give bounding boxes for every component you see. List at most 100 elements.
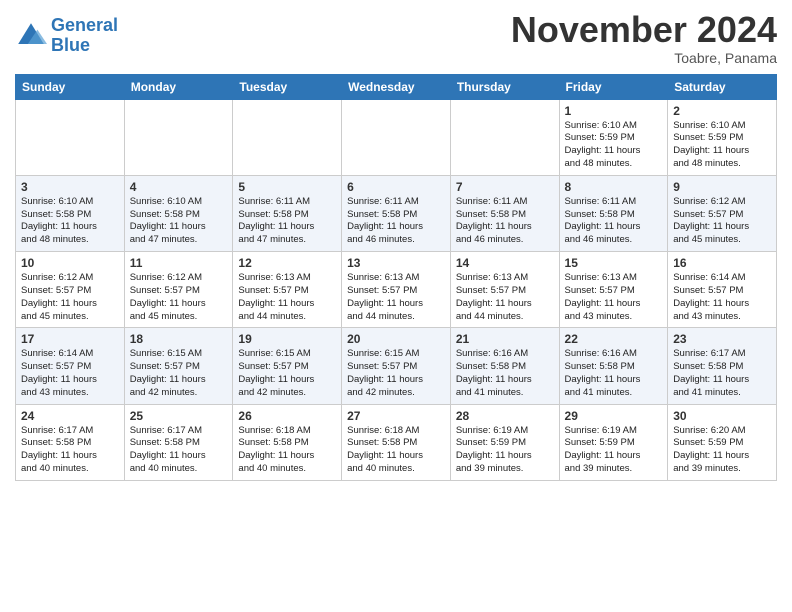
week-row-4: 17 Sunrise: 6:14 AM Sunset: 5:57 PM Dayli… [16, 328, 777, 404]
day-info: Sunrise: 6:19 AM Sunset: 5:59 PM Dayligh… [456, 425, 554, 476]
day-number: 2 [673, 104, 771, 118]
calendar-cell: 11 Sunrise: 6:12 AM Sunset: 5:57 PM Dayli… [124, 252, 233, 328]
calendar-cell: 23 Sunrise: 6:17 AM Sunset: 5:58 PM Dayli… [668, 328, 777, 404]
day-number: 10 [21, 256, 119, 270]
day-number: 14 [456, 256, 554, 270]
weekday-header-sunday: Sunday [16, 74, 125, 99]
day-number: 16 [673, 256, 771, 270]
week-row-5: 24Sunrise: 6:17 AM Sunset: 5:58 PM Dayli… [16, 404, 777, 480]
weekday-header-tuesday: Tuesday [233, 74, 342, 99]
calendar-cell: 16 Sunrise: 6:14 AM Sunset: 5:57 PM Dayli… [668, 252, 777, 328]
weekday-header-friday: Friday [559, 74, 668, 99]
calendar-table: SundayMondayTuesdayWednesdayThursdayFrid… [15, 74, 777, 481]
calendar-cell [342, 99, 451, 175]
logo-general: General [51, 15, 118, 35]
day-info: Sunrise: 6:20 AM Sunset: 5:59 PM Dayligh… [673, 425, 771, 476]
calendar-cell: 4 Sunrise: 6:10 AM Sunset: 5:58 PM Daylig… [124, 175, 233, 251]
day-info: Sunrise: 6:16 AM Sunset: 5:58 PM Dayligh… [456, 348, 554, 399]
day-info: Sunrise: 6:14 AM Sunset: 5:57 PM Dayligh… [21, 348, 119, 399]
day-number: 15 [565, 256, 663, 270]
day-number: 17 [21, 332, 119, 346]
day-info: Sunrise: 6:10 AM Sunset: 5:58 PM Dayligh… [21, 196, 119, 247]
day-info: Sunrise: 6:11 AM Sunset: 5:58 PM Dayligh… [347, 196, 445, 247]
calendar-cell: 20 Sunrise: 6:15 AM Sunset: 5:57 PM Dayli… [342, 328, 451, 404]
calendar-cell [450, 99, 559, 175]
day-number: 19 [238, 332, 336, 346]
day-number: 25 [130, 409, 228, 423]
calendar-cell: 15 Sunrise: 6:13 AM Sunset: 5:57 PM Dayli… [559, 252, 668, 328]
calendar-cell: 10 Sunrise: 6:12 AM Sunset: 5:57 PM Dayli… [16, 252, 125, 328]
title-block: November 2024 Toabre, Panama [511, 10, 777, 66]
day-info: Sunrise: 6:12 AM Sunset: 5:57 PM Dayligh… [21, 272, 119, 323]
calendar-body: 1 Sunrise: 6:10 AM Sunset: 5:59 PM Daylig… [16, 99, 777, 480]
calendar-cell: 3 Sunrise: 6:10 AM Sunset: 5:58 PM Daylig… [16, 175, 125, 251]
calendar-cell: 19 Sunrise: 6:15 AM Sunset: 5:57 PM Dayli… [233, 328, 342, 404]
calendar-cell: 6Sunrise: 6:11 AM Sunset: 5:58 PM Daylig… [342, 175, 451, 251]
day-number: 29 [565, 409, 663, 423]
calendar-cell: 9Sunrise: 6:12 AM Sunset: 5:57 PM Daylig… [668, 175, 777, 251]
day-info: Sunrise: 6:11 AM Sunset: 5:58 PM Dayligh… [456, 196, 554, 247]
day-number: 7 [456, 180, 554, 194]
weekday-header-wednesday: Wednesday [342, 74, 451, 99]
day-info: Sunrise: 6:17 AM Sunset: 5:58 PM Dayligh… [673, 348, 771, 399]
day-number: 3 [21, 180, 119, 194]
day-number: 26 [238, 409, 336, 423]
day-number: 20 [347, 332, 445, 346]
calendar-cell: 24Sunrise: 6:17 AM Sunset: 5:58 PM Dayli… [16, 404, 125, 480]
calendar-cell: 13 Sunrise: 6:13 AM Sunset: 5:57 PM Dayli… [342, 252, 451, 328]
calendar-cell: 27Sunrise: 6:18 AM Sunset: 5:58 PM Dayli… [342, 404, 451, 480]
week-row-1: 1 Sunrise: 6:10 AM Sunset: 5:59 PM Daylig… [16, 99, 777, 175]
page: General Blue November 2024 Toabre, Panam… [0, 0, 792, 496]
calendar-cell: 5Sunrise: 6:11 AM Sunset: 5:58 PM Daylig… [233, 175, 342, 251]
calendar-cell [16, 99, 125, 175]
calendar-cell: 28 Sunrise: 6:19 AM Sunset: 5:59 PM Dayli… [450, 404, 559, 480]
day-info: Sunrise: 6:15 AM Sunset: 5:57 PM Dayligh… [130, 348, 228, 399]
day-number: 11 [130, 256, 228, 270]
calendar-cell: 12 Sunrise: 6:13 AM Sunset: 5:57 PM Dayli… [233, 252, 342, 328]
day-info: Sunrise: 6:10 AM Sunset: 5:58 PM Dayligh… [130, 196, 228, 247]
day-number: 1 [565, 104, 663, 118]
logo: General Blue [15, 16, 118, 56]
weekday-header-monday: Monday [124, 74, 233, 99]
day-number: 30 [673, 409, 771, 423]
calendar-cell: 26 Sunrise: 6:18 AM Sunset: 5:58 PM Dayli… [233, 404, 342, 480]
calendar-cell: 1 Sunrise: 6:10 AM Sunset: 5:59 PM Daylig… [559, 99, 668, 175]
day-info: Sunrise: 6:11 AM Sunset: 5:58 PM Dayligh… [238, 196, 336, 247]
day-info: Sunrise: 6:19 AM Sunset: 5:59 PM Dayligh… [565, 425, 663, 476]
day-info: Sunrise: 6:12 AM Sunset: 5:57 PM Dayligh… [130, 272, 228, 323]
day-info: Sunrise: 6:18 AM Sunset: 5:58 PM Dayligh… [238, 425, 336, 476]
week-row-2: 3 Sunrise: 6:10 AM Sunset: 5:58 PM Daylig… [16, 175, 777, 251]
day-info: Sunrise: 6:10 AM Sunset: 5:59 PM Dayligh… [565, 120, 663, 171]
weekday-header-saturday: Saturday [668, 74, 777, 99]
day-number: 23 [673, 332, 771, 346]
day-info: Sunrise: 6:13 AM Sunset: 5:57 PM Dayligh… [347, 272, 445, 323]
week-row-3: 10 Sunrise: 6:12 AM Sunset: 5:57 PM Dayli… [16, 252, 777, 328]
day-info: Sunrise: 6:15 AM Sunset: 5:57 PM Dayligh… [347, 348, 445, 399]
weekday-header-row: SundayMondayTuesdayWednesdayThursdayFrid… [16, 74, 777, 99]
day-info: Sunrise: 6:17 AM Sunset: 5:58 PM Dayligh… [21, 425, 119, 476]
day-info: Sunrise: 6:16 AM Sunset: 5:58 PM Dayligh… [565, 348, 663, 399]
calendar-cell: 21Sunrise: 6:16 AM Sunset: 5:58 PM Dayli… [450, 328, 559, 404]
calendar-cell [233, 99, 342, 175]
calendar-cell: 2 Sunrise: 6:10 AM Sunset: 5:59 PM Daylig… [668, 99, 777, 175]
weekday-header-thursday: Thursday [450, 74, 559, 99]
day-number: 28 [456, 409, 554, 423]
calendar-cell: 29 Sunrise: 6:19 AM Sunset: 5:59 PM Dayli… [559, 404, 668, 480]
day-info: Sunrise: 6:11 AM Sunset: 5:58 PM Dayligh… [565, 196, 663, 247]
day-info: Sunrise: 6:10 AM Sunset: 5:59 PM Dayligh… [673, 120, 771, 171]
day-info: Sunrise: 6:15 AM Sunset: 5:57 PM Dayligh… [238, 348, 336, 399]
day-number: 4 [130, 180, 228, 194]
logo-blue: Blue [51, 35, 90, 55]
day-info: Sunrise: 6:12 AM Sunset: 5:57 PM Dayligh… [673, 196, 771, 247]
day-number: 12 [238, 256, 336, 270]
day-info: Sunrise: 6:13 AM Sunset: 5:57 PM Dayligh… [456, 272, 554, 323]
day-info: Sunrise: 6:17 AM Sunset: 5:58 PM Dayligh… [130, 425, 228, 476]
location: Toabre, Panama [511, 50, 777, 66]
day-number: 18 [130, 332, 228, 346]
day-info: Sunrise: 6:13 AM Sunset: 5:57 PM Dayligh… [565, 272, 663, 323]
day-info: Sunrise: 6:14 AM Sunset: 5:57 PM Dayligh… [673, 272, 771, 323]
header: General Blue November 2024 Toabre, Panam… [15, 10, 777, 66]
day-number: 13 [347, 256, 445, 270]
month-title: November 2024 [511, 10, 777, 50]
day-info: Sunrise: 6:13 AM Sunset: 5:57 PM Dayligh… [238, 272, 336, 323]
